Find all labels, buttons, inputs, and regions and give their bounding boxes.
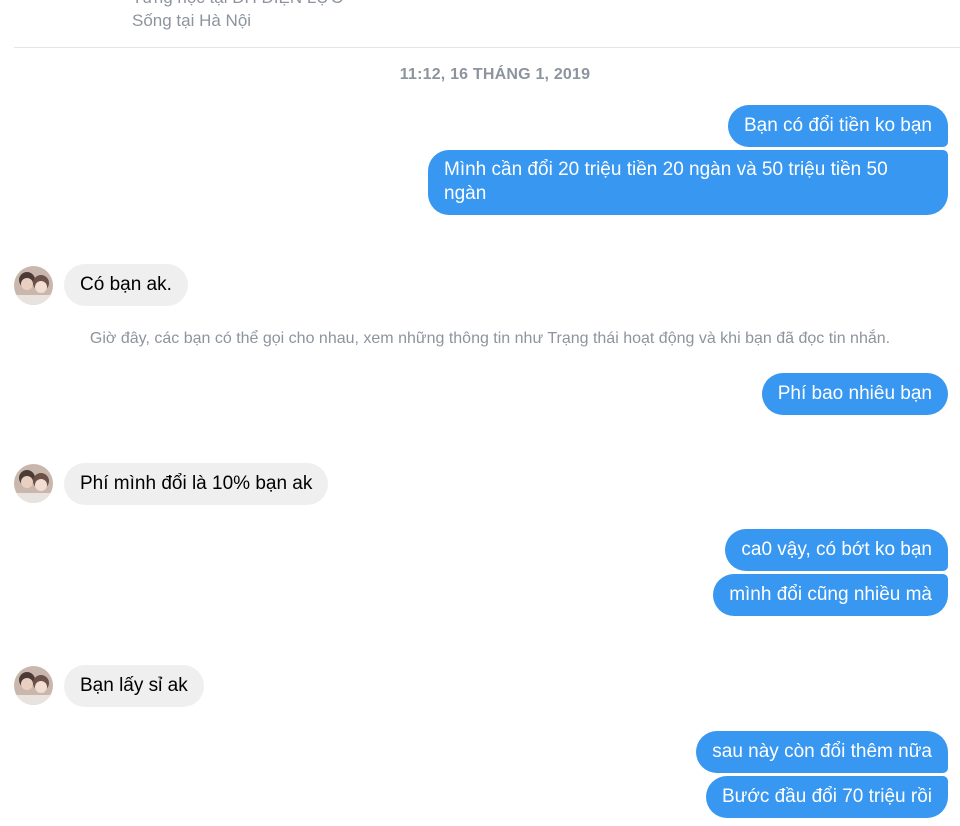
contact-avatar-icon[interactable]	[14, 266, 53, 305]
outgoing-message-bubble[interactable]: Phí bao nhiêu bạn	[761, 373, 948, 415]
conversation-timestamp: 11:12, 16 THÁNG 1, 2019	[399, 66, 591, 83]
outgoing-message-bubble[interactable]: ca0 vậy, có bớt ko bạn	[725, 529, 948, 571]
profile-lives-in: Sống tại Hà Nội	[132, 11, 252, 30]
outgoing-message-bubble[interactable]: mình đổi cũng nhiều mà	[713, 574, 948, 616]
outgoing-message-bubble[interactable]: Bạn có đổi tiền ko bạn	[727, 105, 948, 147]
incoming-message-bubble[interactable]: Phí mình đổi là 10% bạn ak	[64, 463, 329, 505]
contact-avatar-icon[interactable]	[14, 464, 53, 503]
outgoing-message-bubble[interactable]: Bước đầu đổi 70 triệu rồi	[705, 776, 948, 818]
divider	[14, 47, 960, 48]
contact-avatar-icon[interactable]	[14, 666, 53, 705]
incoming-message-bubble[interactable]: Bạn lấy sỉ ak	[64, 665, 204, 707]
profile-studied-at: Từng học tại ĐH ĐIỆN LỰC	[132, 0, 343, 8]
incoming-message-bubble[interactable]: Có bạn ak.	[64, 264, 188, 306]
system-note: Giờ đây, các bạn có thể gọi cho nhau, xe…	[89, 330, 891, 347]
outgoing-message-bubble[interactable]: Mình cần đổi 20 triệu tiền 20 ngàn và 50…	[428, 150, 948, 215]
outgoing-message-bubble[interactable]: sau này còn đổi thêm nữa	[696, 731, 948, 773]
